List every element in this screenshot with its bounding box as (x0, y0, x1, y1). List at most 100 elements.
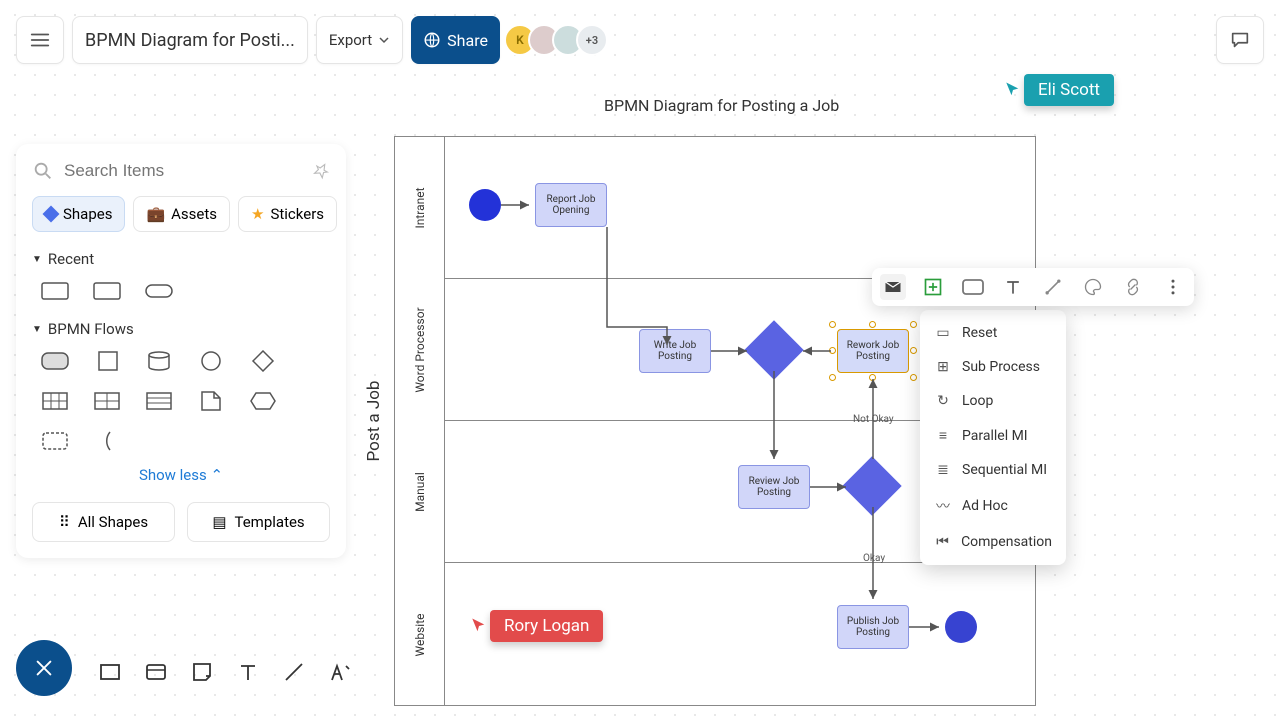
context-menu: ▭Reset ⊞Sub Process ↻Loop ≡Parallel MI ≣… (920, 310, 1066, 565)
chat-icon (1229, 28, 1251, 52)
triangle-down-icon: ▼ (32, 254, 42, 265)
avatar-more[interactable]: +3 (576, 24, 608, 56)
task-publish[interactable]: Publish Job Posting (837, 605, 909, 649)
wave-icon: 〰 (934, 496, 952, 516)
shape-cylinder[interactable] (142, 350, 176, 372)
menu-subprocess[interactable]: ⊞Sub Process (920, 350, 1066, 384)
collaborator-avatars[interactable]: K +3 (512, 24, 608, 56)
end-event[interactable] (945, 611, 977, 643)
ctx-rect[interactable] (960, 274, 986, 300)
recent-shapes (32, 280, 330, 302)
section-bpmn[interactable]: ▼BPMN Flows (32, 320, 330, 338)
tab-shapes[interactable]: Shapes (32, 196, 125, 232)
menu-loop[interactable]: ↻Loop (920, 384, 1066, 418)
menu-reset[interactable]: ▭Reset (920, 316, 1066, 350)
task-rework[interactable]: Rework Job Posting (837, 329, 909, 373)
ctx-text[interactable] (1000, 274, 1026, 300)
star-icon: ★ (251, 205, 264, 223)
flow-arrow (797, 349, 837, 353)
chevron-down-icon (378, 34, 390, 46)
shapes-panel: Shapes 💼Assets ★Stickers ▼Recent ▼BPMN F… (16, 144, 346, 558)
plus-box-icon: ⊞ (934, 359, 952, 375)
globe-icon (423, 31, 441, 49)
task-report[interactable]: Report Job Opening (535, 183, 607, 227)
shape-circle[interactable] (194, 350, 228, 372)
shape-rect2[interactable] (90, 280, 124, 302)
shape-table[interactable] (38, 390, 72, 412)
tool-pen[interactable] (326, 658, 354, 686)
bpmn-shapes (32, 350, 330, 452)
shape-dashed[interactable] (38, 430, 72, 452)
shape-paren[interactable] (90, 430, 124, 452)
pool-title-rail: Post a Job (354, 136, 394, 706)
close-panel-button[interactable] (16, 640, 72, 696)
tool-line[interactable] (280, 658, 308, 686)
text-icon (1003, 277, 1023, 297)
menu-parallel[interactable]: ≡Parallel MI (920, 418, 1066, 453)
shape-square[interactable] (90, 350, 124, 372)
parallel-icon: ≡ (934, 427, 952, 444)
ctx-color[interactable] (1080, 274, 1106, 300)
lane-intranet[interactable]: Intranet (445, 137, 1035, 279)
connector-icon (1043, 277, 1063, 297)
tool-text[interactable] (234, 658, 262, 686)
cursor-rory: Rory Logan (470, 610, 603, 642)
menu-button[interactable] (16, 16, 64, 64)
tool-frame[interactable] (142, 658, 170, 686)
menu-sequential[interactable]: ≣Sequential MI (920, 453, 1066, 487)
flow-arrow (607, 227, 677, 351)
shape-document[interactable] (194, 390, 228, 412)
show-less-link[interactable]: Show less ⌃ (32, 466, 330, 484)
diagram-title: BPMN Diagram for Posting a Job (604, 96, 839, 115)
ctx-connector[interactable] (1040, 274, 1066, 300)
shape-rounded[interactable] (38, 350, 72, 372)
tab-stickers[interactable]: ★Stickers (238, 196, 337, 232)
hamburger-icon (29, 29, 51, 51)
flow-arrow (810, 485, 852, 489)
share-button[interactable]: Share (411, 16, 500, 64)
envelope-icon (883, 277, 903, 297)
all-shapes-button[interactable]: ⠿All Shapes (32, 502, 175, 542)
export-button[interactable]: Export (316, 16, 403, 64)
shape-list[interactable] (142, 390, 176, 412)
shape-rect[interactable] (38, 280, 72, 302)
topbar: BPMN Diagram for Posti... Export Share K… (16, 16, 608, 64)
shape-hexagon[interactable] (246, 390, 280, 412)
ctx-more[interactable] (1160, 274, 1186, 300)
loop-icon: ↻ (934, 393, 952, 409)
diamond-icon (43, 206, 60, 223)
triangle-down-icon: ▼ (32, 324, 42, 335)
pool-title: Post a Job (364, 381, 384, 462)
shape-pill[interactable] (142, 280, 176, 302)
chat-button[interactable] (1216, 16, 1264, 64)
share-label: Share (447, 31, 488, 50)
tool-sticky[interactable] (188, 658, 216, 686)
shape-diamond[interactable] (246, 350, 280, 372)
menu-adhoc[interactable]: 〰Ad Hoc (920, 487, 1066, 525)
section-recent[interactable]: ▼Recent (32, 250, 330, 268)
kebab-icon (1163, 277, 1183, 297)
document-title[interactable]: BPMN Diagram for Posti... (72, 16, 308, 64)
templates-button[interactable]: ▤Templates (187, 502, 330, 542)
flow-arrow (871, 373, 875, 465)
task-review[interactable]: Review Job Posting (738, 465, 810, 509)
rect-icon (962, 279, 984, 295)
templates-icon: ▤ (212, 513, 226, 531)
pin-icon[interactable] (309, 159, 334, 184)
start-event[interactable] (469, 189, 501, 221)
cursor-icon (1004, 81, 1022, 99)
ctx-envelope[interactable] (880, 274, 906, 300)
tool-rectangle[interactable] (96, 658, 124, 686)
shape-grid[interactable] (90, 390, 124, 412)
export-label: Export (329, 31, 372, 49)
bottom-toolbar (84, 648, 366, 696)
menu-compensation[interactable]: ⏮Compensation (920, 525, 1066, 559)
search-input[interactable] (64, 161, 302, 181)
flow-arrow (501, 203, 535, 207)
briefcase-icon: 💼 (146, 205, 165, 223)
tab-assets[interactable]: 💼Assets (133, 196, 230, 232)
context-toolbar (872, 268, 1194, 306)
ctx-link[interactable] (1120, 274, 1146, 300)
plus-square-icon (923, 277, 943, 297)
ctx-add[interactable] (920, 274, 946, 300)
